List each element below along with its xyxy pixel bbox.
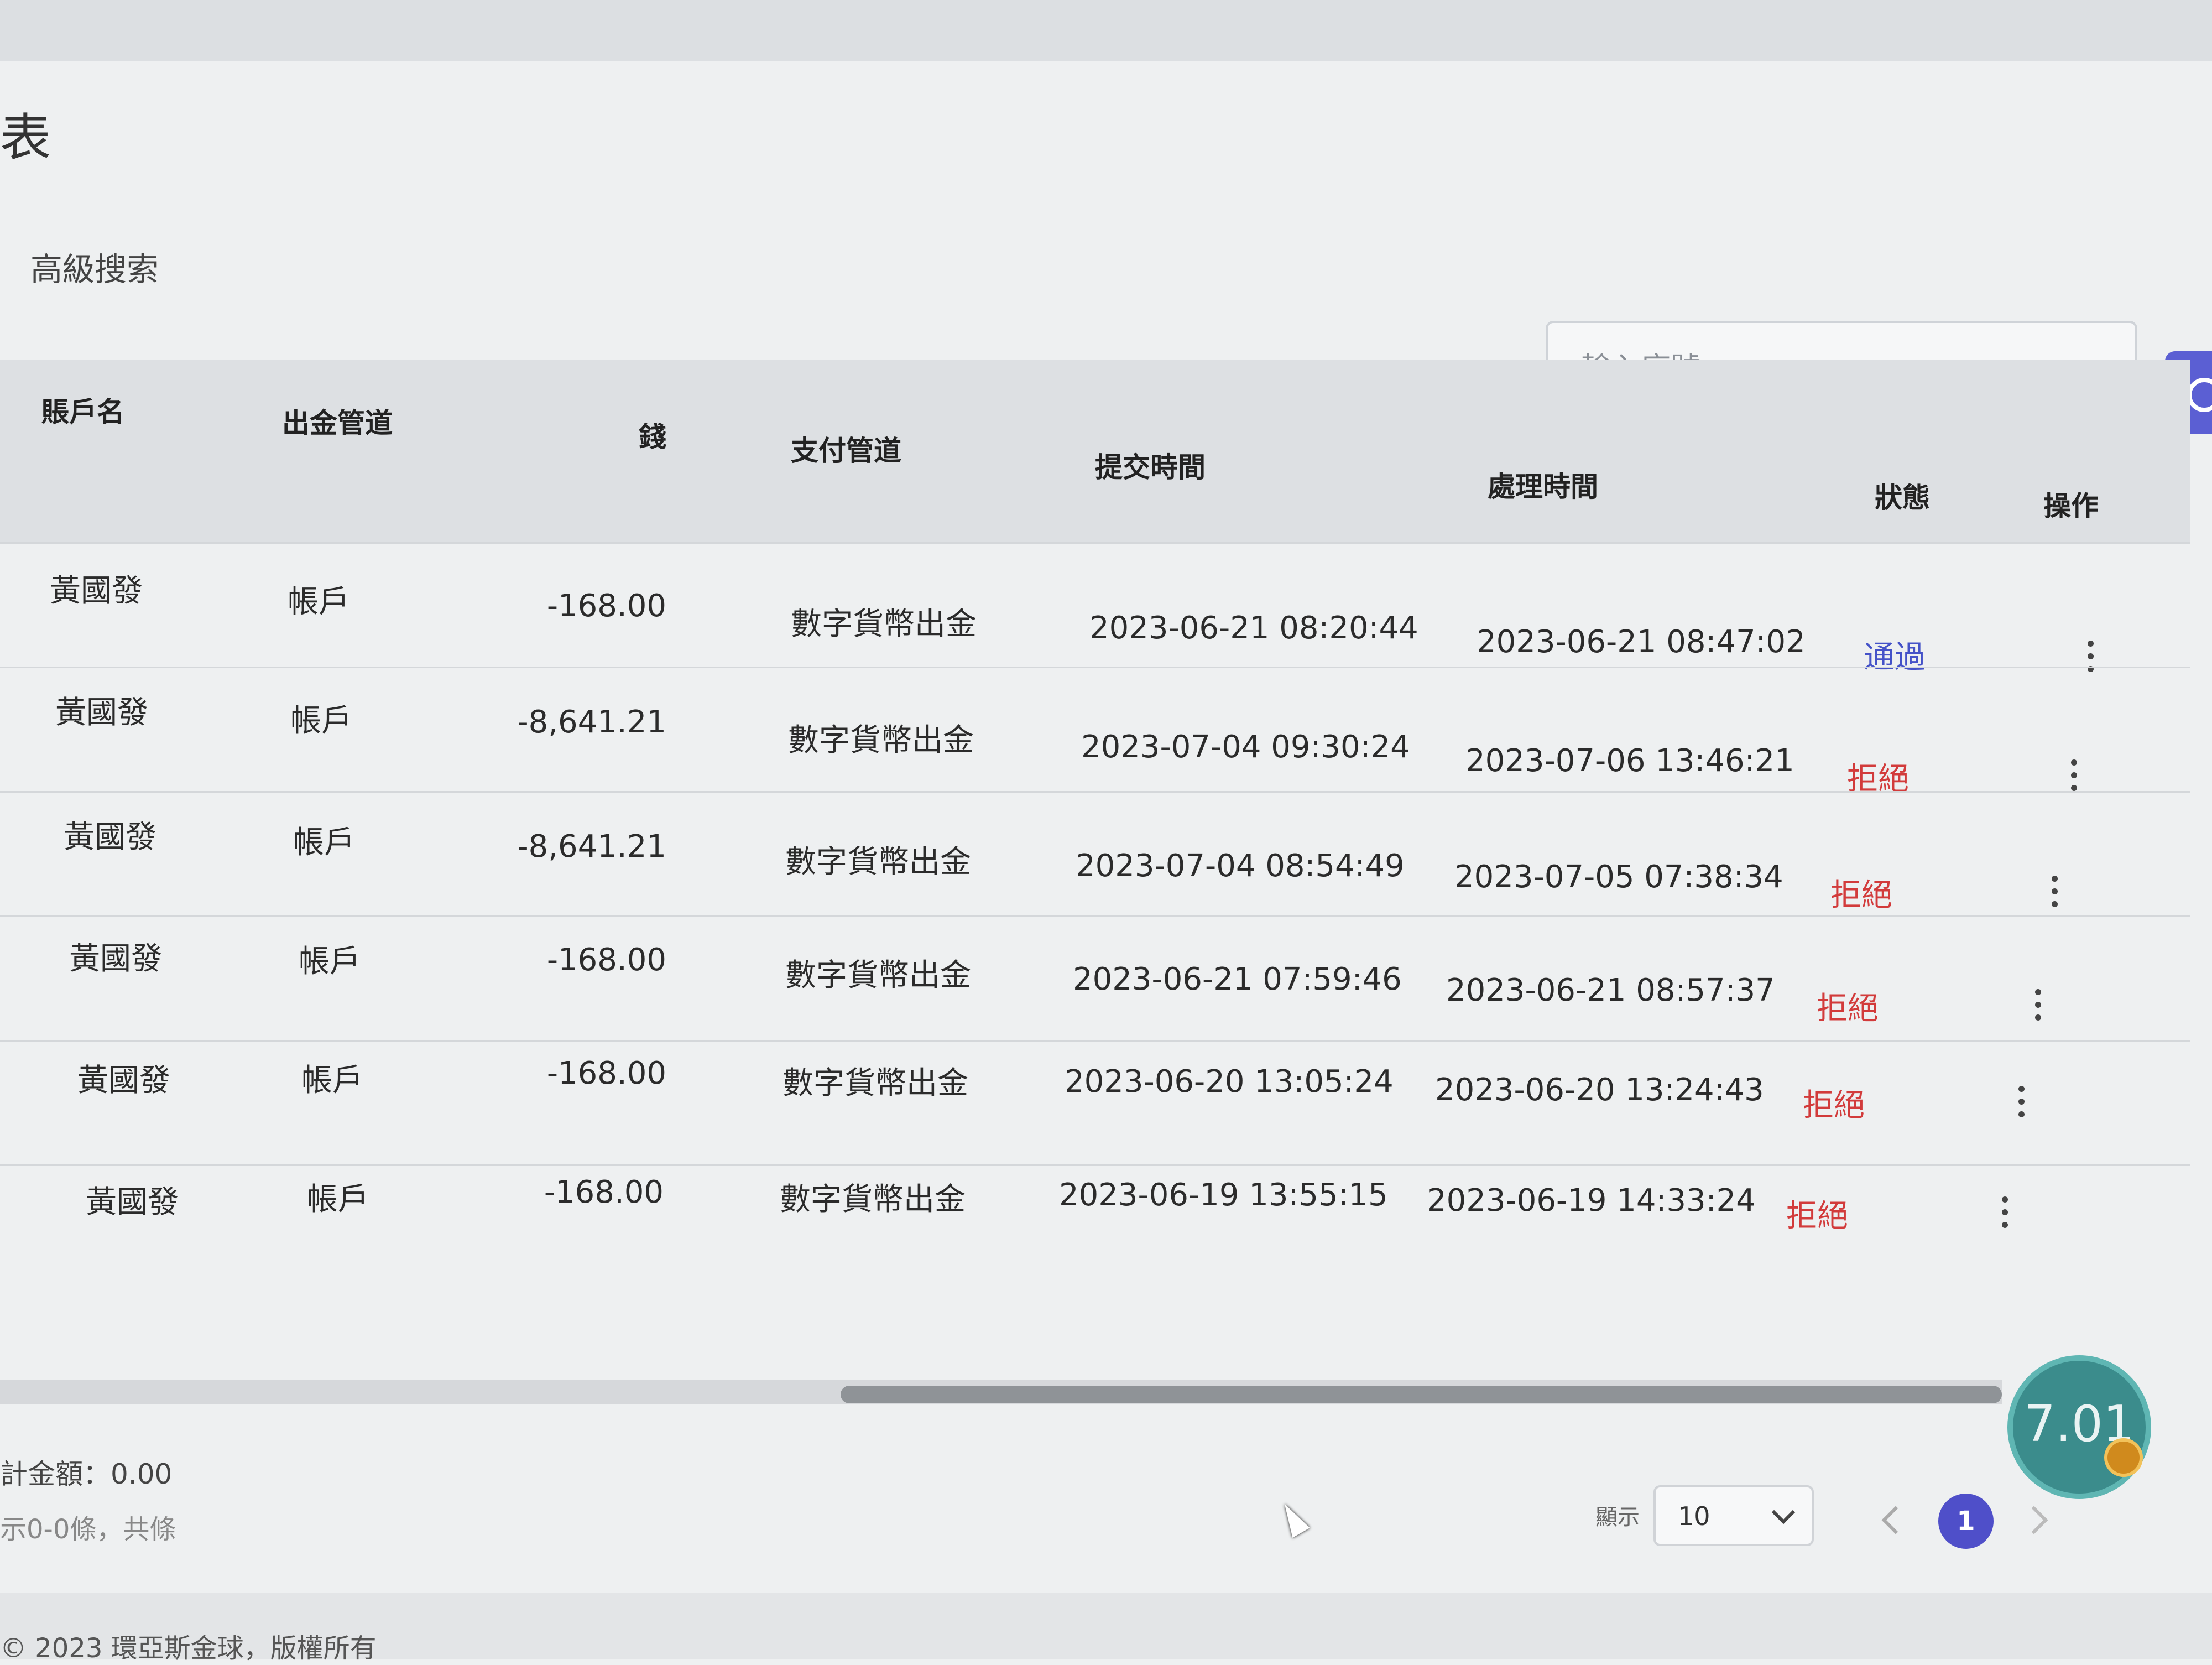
cell-account: 黃國發 (86, 1184, 179, 1220)
cell-processed: 2023-07-06 13:46:21 (1465, 743, 1794, 779)
table-row[interactable]: 黃國發 帳戶 -168.00 數字貨幣出金 2023-06-19 13:55:1… (0, 1164, 2190, 1291)
more-vert-icon[interactable] (2035, 989, 2044, 1028)
cell-channel: 帳戶 (299, 944, 361, 980)
horizontal-scrollbar-thumb[interactable] (841, 1386, 2002, 1403)
table-row[interactable]: 黃國發 帳戶 -8,641.21 數字貨幣出金 2023-07-04 08:54… (0, 791, 2190, 917)
cell-submitted: 2023-06-21 08:20:44 (1089, 610, 1418, 646)
table-row[interactable]: 黃國發 帳戶 -8,641.21 數字貨幣出金 2023-07-04 09:30… (0, 667, 2190, 797)
cell-amount: -168.00 (546, 588, 666, 624)
status-badge: 拒絕 (1817, 991, 1879, 1027)
cell-channel: 帳戶 (288, 584, 349, 620)
mouse-cursor-icon (1276, 1499, 1310, 1538)
col-payment[interactable]: 支付管道 (791, 429, 901, 469)
cell-amount: -8,641.21 (517, 704, 666, 740)
top-bar (0, 0, 2212, 61)
col-submitted[interactable]: 提交時間 (1095, 445, 1206, 485)
table-row[interactable]: 黃國發 帳戶 -168.00 數字貨幣出金 2023-06-21 07:59:4… (0, 915, 2190, 1042)
cell-submitted: 2023-07-04 09:30:24 (1081, 729, 1410, 765)
cell-channel: 帳戶 (301, 1063, 363, 1099)
cell-amount: -8,641.21 (517, 829, 666, 865)
cell-processed: 2023-06-21 08:47:02 (1477, 624, 1806, 660)
cell-submitted: 2023-06-19 13:55:15 (1059, 1177, 1388, 1213)
cell-payment: 數字貨幣出金 (782, 1065, 968, 1101)
cell-account: 黃國發 (64, 819, 156, 855)
chevron-down-icon (1771, 1500, 1796, 1524)
record-count: 示0-0條，共條 (0, 1514, 176, 1545)
col-amount[interactable]: 錢 (639, 415, 666, 455)
cell-payment: 數字貨幣出金 (791, 606, 977, 642)
page-size-select[interactable]: 10 (1653, 1485, 1814, 1546)
page-title: 表 (0, 108, 51, 168)
cell-channel: 帳戶 (290, 703, 352, 739)
table-row[interactable]: 黃國發 帳戶 -168.00 數字貨幣出金 2023-06-21 08:20:4… (0, 542, 2190, 675)
col-account[interactable]: 賬戶名 (41, 390, 124, 430)
page-size-value: 10 (1678, 1501, 1710, 1531)
wikifx-logo-icon (2104, 1438, 2143, 1477)
cell-submitted: 2023-06-20 13:05:24 (1065, 1064, 1394, 1100)
cell-account: 黃國發 (77, 1063, 170, 1099)
cell-amount: -168.00 (546, 942, 666, 978)
col-processed[interactable]: 處理時間 (1488, 465, 1598, 504)
advanced-search-toggle[interactable]: 高級搜索 (30, 243, 159, 290)
col-channel[interactable]: 出金管道 (282, 401, 393, 441)
cell-processed: 2023-07-05 07:38:34 (1454, 859, 1783, 895)
cell-processed: 2023-06-20 13:24:43 (1435, 1072, 1764, 1108)
table-header: 賬戶名 出金管道 錢 支付管道 提交時間 處理時間 狀態 操作 (0, 360, 2190, 542)
cell-payment: 數字貨幣出金 (785, 958, 971, 993)
col-actions: 操作 (2043, 490, 2099, 522)
cell-channel: 帳戶 (307, 1182, 369, 1217)
cell-submitted: 2023-06-21 07:59:46 (1073, 961, 1402, 997)
more-vert-icon[interactable] (2018, 1086, 2027, 1125)
status-badge: 拒絕 (1803, 1088, 1865, 1123)
cell-channel: 帳戶 (293, 825, 355, 861)
page-size-label: 顯示 (1595, 1505, 1640, 1530)
more-vert-icon[interactable] (2002, 1196, 2011, 1235)
cell-processed: 2023-06-21 08:57:37 (1446, 972, 1775, 1008)
withdrawal-table: 賬戶名 出金管道 錢 支付管道 提交時間 處理時間 狀態 操作 黃國發 帳戶 -… (0, 360, 2190, 1388)
cell-submitted: 2023-07-04 08:54:49 (1076, 848, 1405, 884)
page-1-button[interactable]: 1 (1938, 1494, 1994, 1549)
cell-amount: -168.00 (546, 1055, 666, 1091)
cell-processed: 2023-06-19 14:33:24 (1427, 1183, 1756, 1219)
table-row[interactable]: 黃國發 帳戶 -168.00 數字貨幣出金 2023-06-20 13:05:2… (0, 1040, 2190, 1166)
total-amount: 計金額：0.00 (0, 1458, 173, 1490)
cell-amount: -168.00 (544, 1174, 664, 1210)
score-badge: 7.01 (2007, 1355, 2151, 1499)
cell-account: 黃國發 (50, 573, 143, 609)
status-badge: 拒絕 (1786, 1198, 1848, 1234)
status-badge: 拒絕 (1830, 877, 1892, 913)
cell-account: 黃國發 (55, 695, 148, 731)
more-vert-icon[interactable] (2052, 876, 2060, 914)
chevron-left-icon[interactable] (1881, 1506, 1910, 1534)
chevron-right-icon[interactable] (2020, 1506, 2048, 1534)
search-icon (2187, 378, 2212, 412)
cell-payment: 數字貨幣出金 (780, 1182, 966, 1217)
cell-payment: 數字貨幣出金 (788, 722, 974, 758)
cell-account: 黃國發 (69, 941, 162, 977)
col-status[interactable]: 狀態 (1875, 476, 1930, 516)
cell-payment: 數字貨幣出金 (785, 844, 971, 880)
